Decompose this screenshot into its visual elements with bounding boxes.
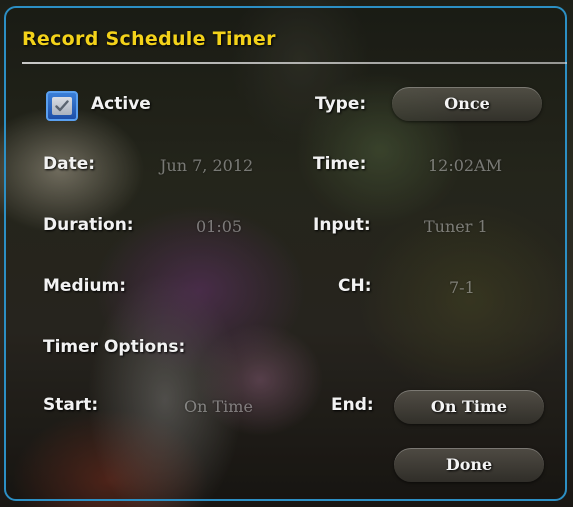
time-value[interactable]: 12:02AM — [428, 156, 502, 175]
date-value[interactable]: Jun 7, 2012 — [160, 156, 253, 175]
channel-value[interactable]: 7-1 — [449, 278, 475, 297]
date-label: Date: — [43, 154, 96, 174]
tv-screen: Record Schedule Timer Active Type: Once … — [0, 0, 573, 507]
title-divider — [22, 62, 567, 64]
channel-label: CH: — [338, 276, 372, 296]
checkbox-box — [52, 97, 72, 115]
active-checkbox[interactable] — [46, 91, 78, 121]
checkmark-icon — [55, 100, 69, 112]
timer-options-heading: Timer Options: — [43, 337, 186, 357]
type-selector[interactable]: Once — [392, 87, 542, 121]
active-label: Active — [91, 94, 151, 114]
duration-value[interactable]: 01:05 — [196, 217, 242, 236]
duration-label: Duration: — [43, 215, 134, 235]
dialog-frame — [4, 6, 567, 501]
end-selector[interactable]: On Time — [394, 390, 544, 424]
input-label: Input: — [313, 215, 371, 235]
medium-label: Medium: — [43, 276, 127, 296]
type-label: Type: — [315, 94, 367, 114]
start-value[interactable]: On Time — [184, 397, 253, 416]
dialog-title: Record Schedule Timer — [22, 28, 276, 50]
start-label: Start: — [43, 395, 99, 415]
input-value[interactable]: Tuner 1 — [424, 217, 488, 236]
end-label: End: — [331, 395, 374, 415]
time-label: Time: — [313, 154, 367, 174]
done-button[interactable]: Done — [394, 448, 544, 482]
